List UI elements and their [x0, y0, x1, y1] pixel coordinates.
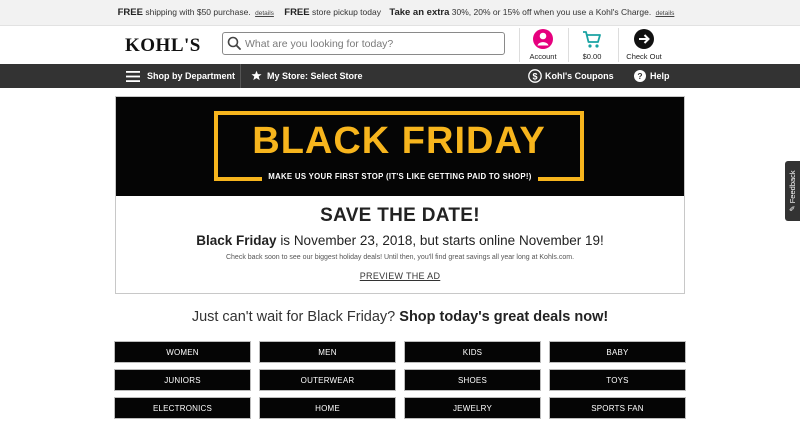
kohls-coupons-button[interactable]: $ Kohl's Coupons [528, 64, 614, 88]
black-friday-frame: BLACK FRIDAY [214, 111, 584, 181]
checkout-label: Check Out [626, 52, 662, 61]
black-friday-title: BLACK FRIDAY [252, 120, 546, 162]
banner-subtitle-text: MAKE US YOUR FIRST STOP (IT'S LIKE GETTI… [262, 172, 538, 181]
account-icon [533, 29, 553, 49]
category-baby-button[interactable]: BABY [549, 341, 686, 363]
cart-button[interactable]: $0.00 [568, 26, 616, 64]
search-input[interactable] [245, 35, 500, 52]
black-friday-date: Black Friday is November 23, 2018, but s… [116, 233, 684, 248]
promo-charge-text: 30%, 20% or 15% off when you use a Kohl'… [451, 7, 652, 17]
promo-details-link-1[interactable]: details [255, 10, 274, 17]
nav-divider [240, 64, 241, 88]
kohls-coupons-label: Kohl's Coupons [545, 71, 614, 81]
site-header: KOHL'S Account $0.00 Check Ou [0, 26, 800, 64]
category-sports-fan-button[interactable]: SPORTS FAN [549, 397, 686, 419]
shop-by-department-label: Shop by Department [147, 71, 236, 81]
category-home-button[interactable]: HOME [259, 397, 396, 419]
svg-text:?: ? [637, 71, 642, 81]
dollar-coupon-icon: $ [528, 69, 542, 83]
black-friday-date-text: is November 23, 2018, but starts online … [280, 233, 604, 248]
save-the-date-heading: SAVE THE DATE! [320, 205, 480, 226]
account-button[interactable]: Account [519, 26, 567, 64]
tagline-lead: Just can't wait for Black Friday? [191, 309, 396, 325]
header-divider [618, 28, 619, 62]
check-back-text: Check back soon to see our biggest holid… [225, 254, 575, 261]
cart-total: $0.00 [582, 52, 602, 61]
promo-bar: FREE shipping with $50 purchase. details… [0, 0, 800, 26]
preview-ad-link[interactable]: PREVIEW THE AD [360, 271, 441, 281]
kohls-logo[interactable]: KOHL'S [125, 35, 201, 57]
feedback-label: ✎ Feedback [786, 163, 799, 219]
category-kids-button[interactable]: KIDS [404, 341, 541, 363]
category-outerwear-button[interactable]: OUTERWEAR [259, 369, 396, 391]
feedback-icon: ✎ [788, 205, 797, 212]
feedback-tab[interactable]: ✎ Feedback [785, 161, 800, 221]
help-button[interactable]: ? Help [634, 64, 670, 88]
category-men-button[interactable]: MEN [259, 341, 396, 363]
promo-take-extra: Take an extra [389, 7, 450, 18]
promo-free-shipping: FREE [117, 7, 143, 18]
feedback-label-text: Feedback [788, 170, 797, 204]
category-electronics-button[interactable]: ELECTRONICS [114, 397, 251, 419]
shopping-cart-icon [583, 31, 601, 48]
my-store-button[interactable]: My Store: Select Store [251, 64, 363, 88]
promo-details-link-2[interactable]: details [656, 10, 675, 17]
account-label: Account [529, 52, 557, 61]
deals-tagline: Just can't wait for Black Friday? Shop t… [0, 309, 800, 325]
help-icon: ? [634, 70, 646, 82]
category-toys-button[interactable]: TOYS [549, 369, 686, 391]
category-grid: WOMEN MEN KIDS BABY JUNIORS OUTERWEAR SH… [114, 341, 686, 422]
checkout-button[interactable]: Check Out [620, 26, 668, 64]
category-women-button[interactable]: WOMEN [114, 341, 251, 363]
black-friday-date-bold: Black Friday [196, 233, 277, 248]
promo-pickup-text: store pickup today [311, 7, 381, 17]
category-shoes-button[interactable]: SHOES [404, 369, 541, 391]
category-juniors-button[interactable]: JUNIORS [114, 369, 251, 391]
main-nav: Shop by Department My Store: Select Stor… [0, 64, 800, 88]
banner-black-panel: BLACK FRIDAY MAKE US YOUR FIRST STOP (IT… [116, 97, 684, 196]
banner-subtitle: MAKE US YOUR FIRST STOP (IT'S LIKE GETTI… [96, 172, 704, 181]
tagline-bold[interactable]: Shop today's great deals now! [399, 309, 608, 325]
search-icon[interactable] [227, 36, 241, 50]
star-icon [251, 70, 262, 81]
svg-text:$: $ [532, 71, 537, 81]
promo-shipping-text: shipping with $50 purchase. [145, 7, 251, 17]
black-friday-banner[interactable]: BLACK FRIDAY MAKE US YOUR FIRST STOP (IT… [115, 96, 685, 294]
search-box[interactable] [222, 32, 505, 55]
promo-free-pickup: FREE [284, 7, 310, 18]
shop-by-department-button[interactable]: Shop by Department [126, 64, 235, 88]
hamburger-menu-icon [126, 71, 140, 82]
arrow-right-icon [634, 29, 654, 49]
my-store-label: My Store: Select Store [267, 71, 363, 81]
help-label: Help [650, 71, 670, 81]
category-jewelry-button[interactable]: JEWELRY [404, 397, 541, 419]
preview-ad: PREVIEW THE AD [116, 271, 684, 281]
